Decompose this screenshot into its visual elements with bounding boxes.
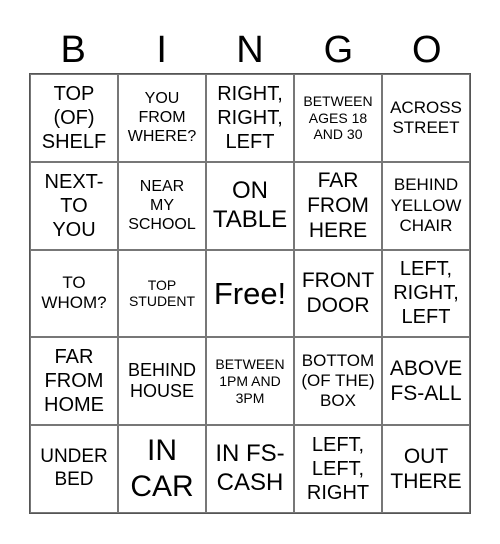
header-letter-i: I [156, 29, 167, 71]
bingo-cell[interactable]: IN FS- CASH [206, 425, 294, 513]
bingo-cell[interactable]: BEHIND HOUSE [118, 337, 206, 426]
bingo-cell[interactable]: BETWEEN 1PM AND 3PM [206, 337, 294, 426]
bingo-cell[interactable]: TOP STUDENT [118, 249, 206, 338]
bingo-cell[interactable]: TO WHOM? [30, 249, 118, 338]
header-letter-n: N [236, 29, 264, 71]
bingo-cell[interactable]: FAR FROM HERE [294, 161, 382, 250]
bingo-cell[interactable]: ABOVE FS-ALL [382, 337, 470, 426]
bingo-cell[interactable]: FAR FROM HOME [30, 337, 118, 426]
bingo-cell[interactable]: BEHIND YELLOW CHAIR [382, 161, 470, 250]
header-letter-o: O [412, 29, 442, 71]
bingo-grid: TOP (OF) SHELF YOU FROM WHERE? RIGHT, RIGH… [29, 73, 471, 514]
bingo-cell[interactable]: IN CAR [118, 425, 206, 513]
free-space-cell[interactable]: Free! [206, 249, 294, 338]
bingo-cell[interactable]: FRONT DOOR [294, 249, 382, 338]
header-letter-b: B [60, 29, 86, 71]
header-letter-g: G [323, 29, 354, 71]
bingo-cell[interactable]: UNDER BED [30, 425, 118, 513]
bingo-cell[interactable]: TOP (OF) SHELF [30, 74, 118, 162]
bingo-cell[interactable]: RIGHT, RIGHT, LEFT [206, 74, 294, 162]
bingo-cell[interactable]: ACROSS STREET [382, 74, 470, 162]
bingo-cell[interactable]: YOU FROM WHERE? [118, 74, 206, 162]
bingo-cell[interactable]: LEFT, RIGHT, LEFT [382, 249, 470, 338]
bingo-cell[interactable]: NEXT- TO YOU [30, 161, 118, 250]
bingo-cell[interactable]: NEAR MY SCHOOL [118, 161, 206, 250]
bingo-cell[interactable]: BOTTOM (OF THE) BOX [294, 337, 382, 426]
bingo-cell[interactable]: BETWEEN AGES 18 AND 30 [294, 74, 382, 162]
bingo-cell[interactable]: ON TABLE [206, 161, 294, 250]
bingo-cell[interactable]: OUT THERE [382, 425, 470, 513]
bingo-header: B I N G O [29, 28, 471, 72]
bingo-cell[interactable]: LEFT, LEFT, RIGHT [294, 425, 382, 513]
